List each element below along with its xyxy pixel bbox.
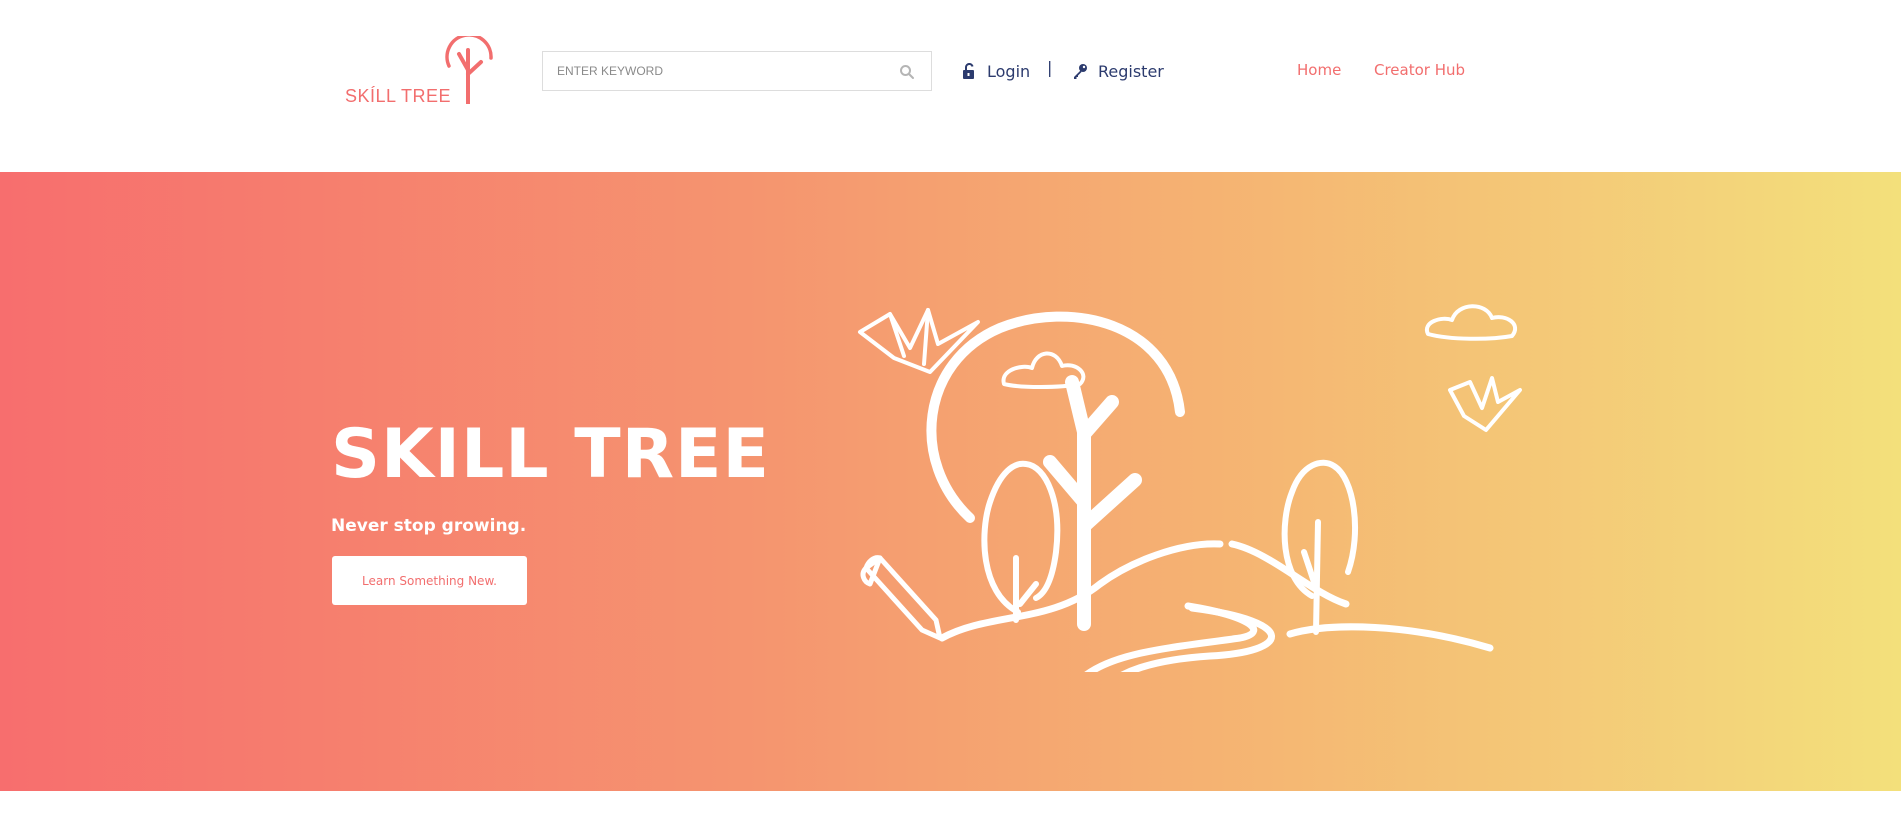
search-input[interactable] bbox=[543, 52, 883, 90]
tree-landscape-illustration bbox=[858, 304, 1522, 672]
tree-icon bbox=[981, 460, 1061, 615]
nav-item-creator-hub[interactable]: Creator Hub bbox=[1374, 61, 1465, 79]
auth-separator: | bbox=[1047, 58, 1053, 77]
unlock-icon bbox=[963, 63, 974, 79]
tree-icon bbox=[926, 311, 1185, 523]
nav-item-home[interactable]: Home bbox=[1297, 61, 1341, 79]
login-link[interactable]: Login bbox=[961, 58, 1030, 84]
key-icon bbox=[1074, 64, 1087, 79]
search-icon[interactable] bbox=[899, 64, 915, 80]
page-footer-strip bbox=[0, 791, 1901, 822]
hero-subtitle: Never stop growing. bbox=[331, 516, 527, 536]
tree-icon bbox=[1301, 519, 1321, 635]
tree-logo-icon bbox=[445, 36, 493, 104]
pencil-icon bbox=[860, 555, 943, 641]
register-link[interactable]: Register bbox=[1072, 58, 1164, 84]
login-label: Login bbox=[987, 61, 1031, 81]
learn-something-new-button[interactable]: Learn Something New. bbox=[332, 556, 527, 605]
hero-banner: SKILL TREE Never stop growing. Learn Som… bbox=[0, 172, 1901, 791]
logo-text: SKÍLL TREE bbox=[345, 86, 452, 106]
cloud-icon bbox=[1424, 304, 1518, 341]
search-bar bbox=[542, 51, 932, 91]
site-header: SKÍLL TREE Login | Register Home Creator… bbox=[0, 0, 1901, 172]
hero-title: SKILL TREE bbox=[331, 415, 770, 494]
register-label: Register bbox=[1098, 61, 1164, 81]
brand-logo[interactable]: SKÍLL TREE bbox=[345, 36, 500, 108]
origami-crane-icon bbox=[1448, 376, 1522, 432]
